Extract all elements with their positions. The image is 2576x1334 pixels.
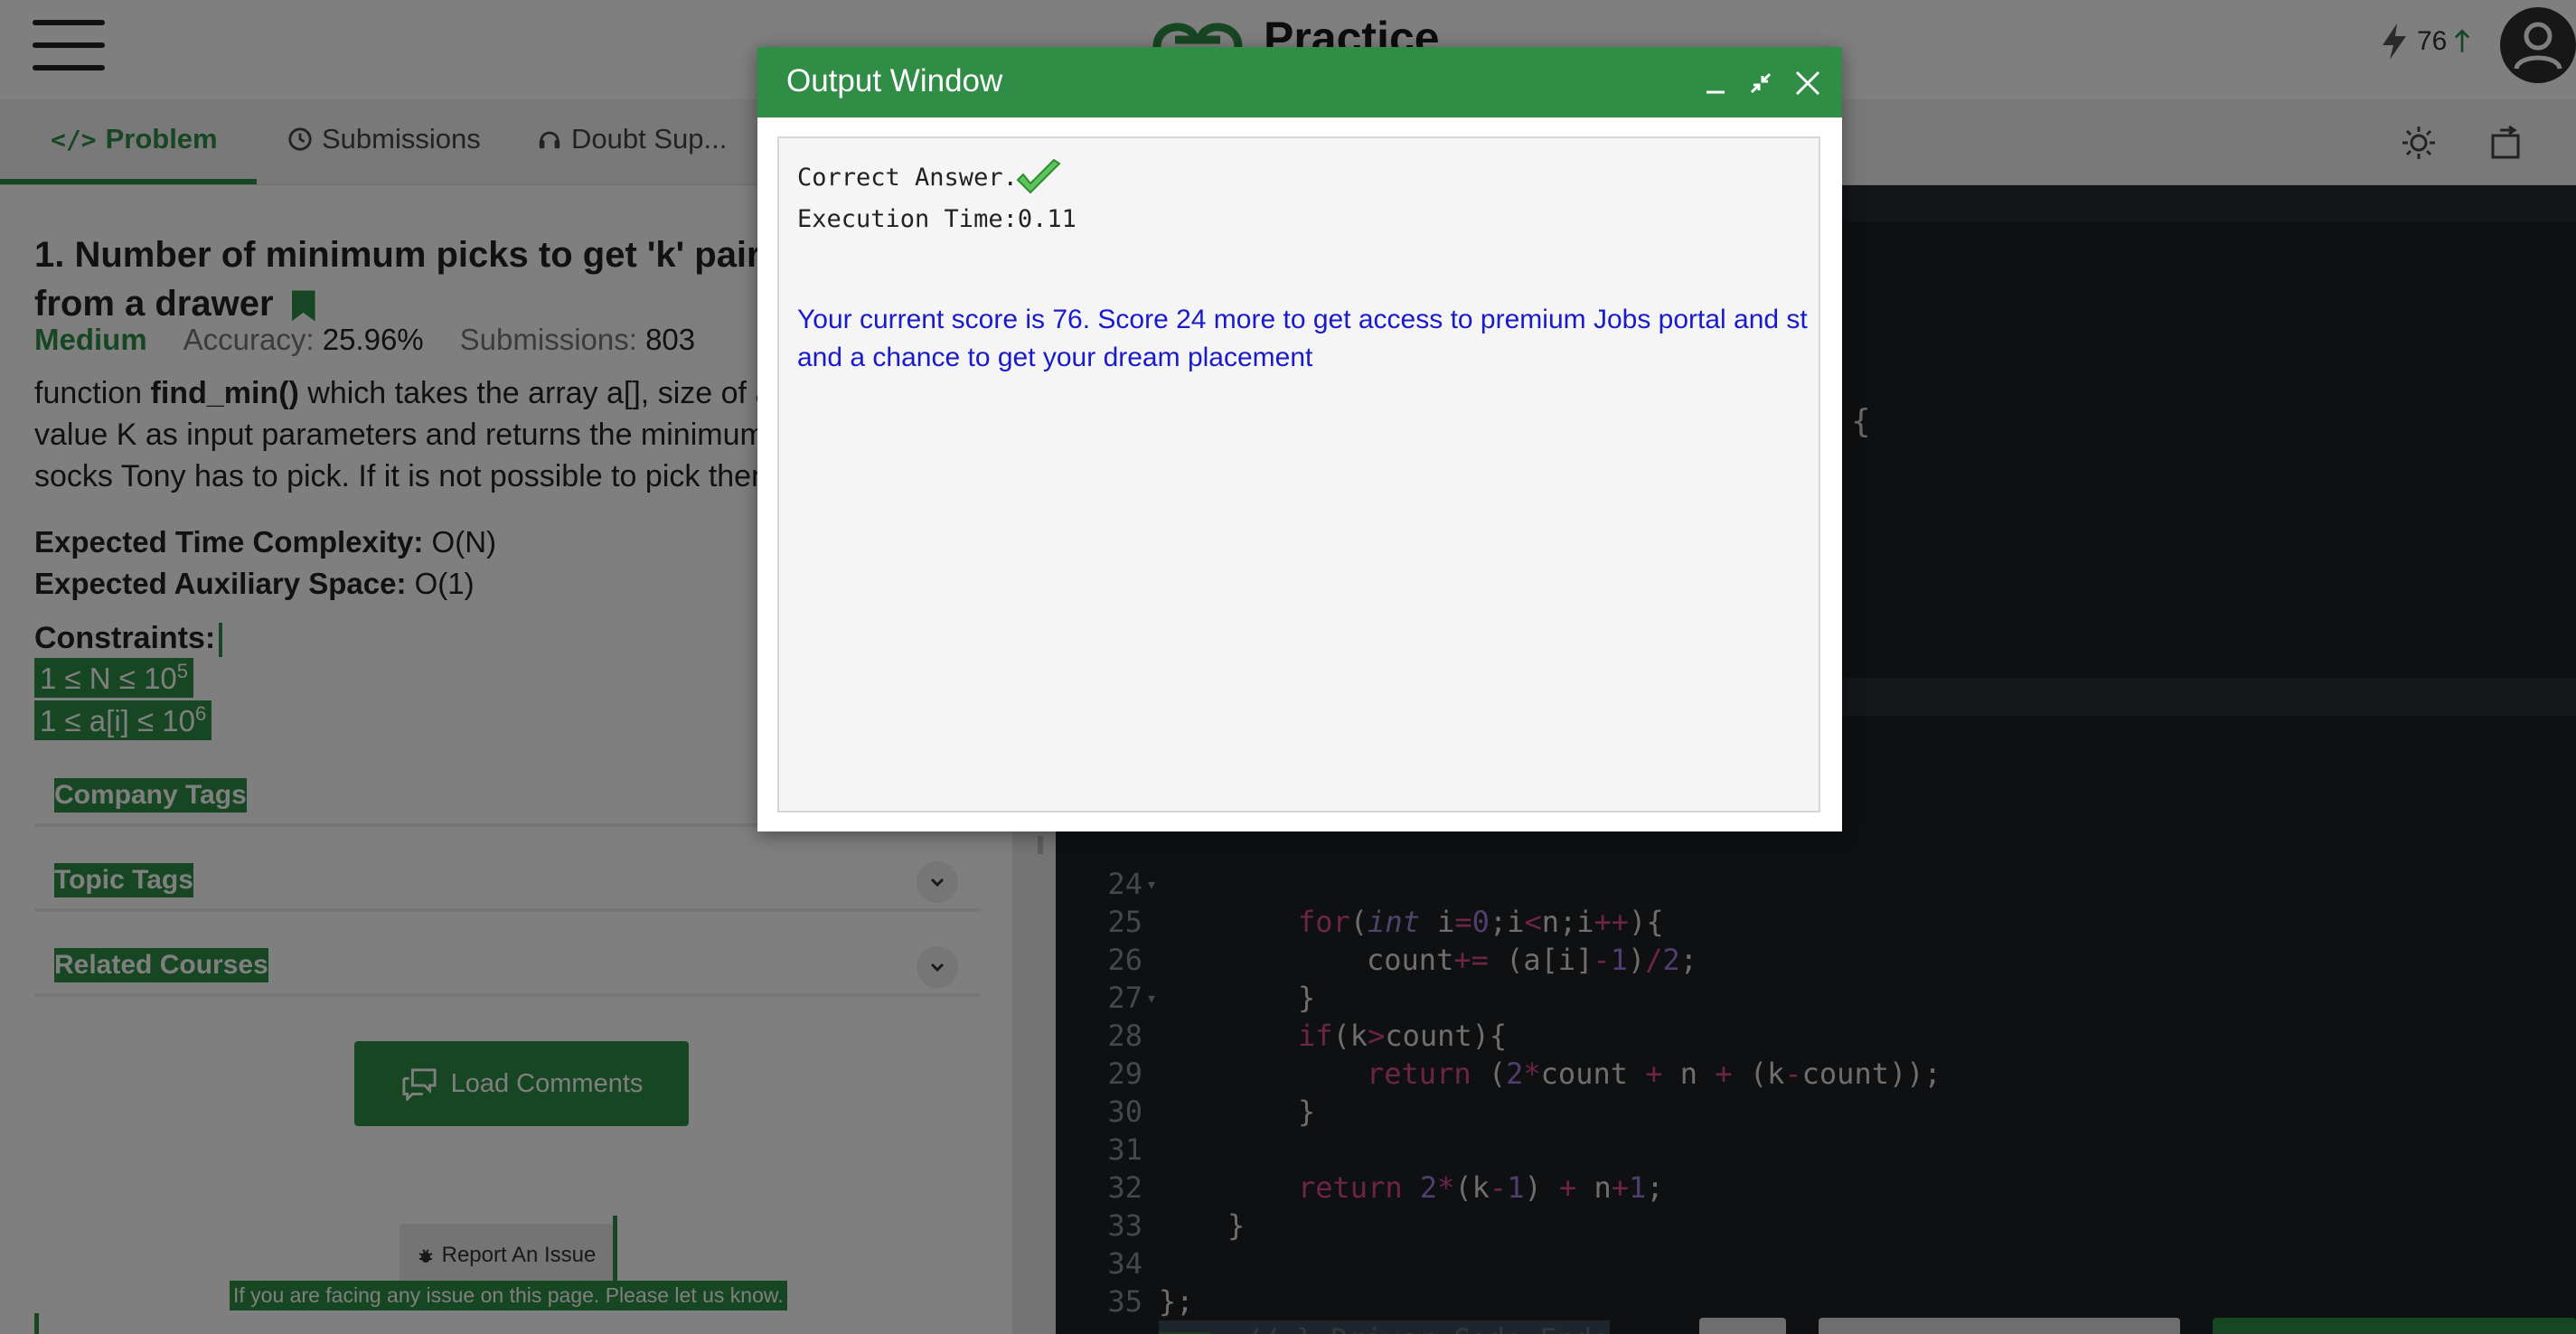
output-window-header[interactable]: Output Window <box>757 47 1842 117</box>
score-message: Your current score is 76. Score 24 more … <box>797 305 1808 372</box>
checkmark-icon <box>1016 158 1061 194</box>
close-icon[interactable] <box>1791 67 1824 99</box>
output-window: Output Window Correct Answer. Execution … <box>757 47 1842 831</box>
restore-icon[interactable] <box>1744 67 1777 99</box>
result-text: Correct Answer. <box>797 164 1018 192</box>
execution-time: Execution Time:0.11 <box>797 205 1076 233</box>
minimize-icon[interactable] <box>1699 67 1732 99</box>
output-console: Correct Answer. Execution Time:0.11 Your… <box>777 136 1820 813</box>
output-window-title: Output Window <box>786 63 1003 99</box>
